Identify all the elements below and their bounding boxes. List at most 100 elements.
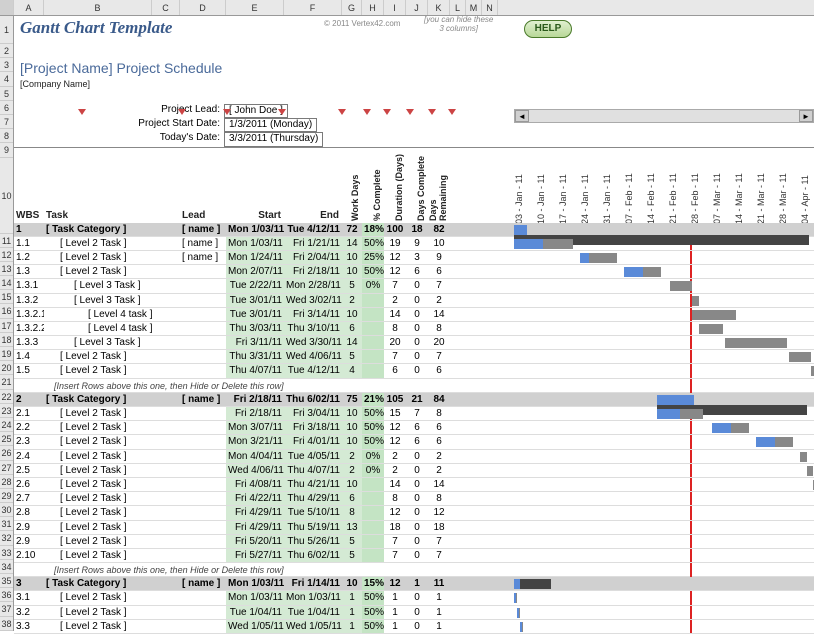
workdays-cell[interactable]: 6 <box>342 492 362 505</box>
start-cell[interactable]: Mon 1/24/11 <box>226 251 284 264</box>
pct-cell[interactable] <box>362 350 384 363</box>
workdays-cell[interactable]: 2 <box>342 464 362 477</box>
start-cell[interactable]: Fri 3/11/11 <box>226 336 284 349</box>
task-cell[interactable]: [ Level 2 Task ] <box>44 606 180 619</box>
days-remaining-cell[interactable]: 6 <box>428 421 450 434</box>
table-row[interactable]: 2.1[ Level 2 Task ]Fri 2/18/11Fri 3/04/1… <box>14 407 814 421</box>
workdays-cell[interactable]: 4 <box>342 364 362 377</box>
row-header[interactable]: 34 <box>0 560 13 574</box>
table-row[interactable]: 1.3.2.2[ Level 4 task ]Thu 3/03/11Thu 3/… <box>14 322 814 336</box>
duration-cell[interactable]: 20 <box>384 336 406 349</box>
task-cell[interactable]: [ Level 2 Task ] <box>44 237 180 250</box>
wbs-cell[interactable]: 2.6 <box>14 478 44 491</box>
project-title[interactable]: [Project Name] Project Schedule <box>14 58 814 78</box>
workdays-cell[interactable]: 10 <box>342 577 362 590</box>
days-complete-cell[interactable]: 0 <box>406 478 428 491</box>
days-remaining-cell[interactable]: 1 <box>428 606 450 619</box>
days-complete-cell[interactable]: 0 <box>406 521 428 534</box>
scroll-right-icon[interactable]: ► <box>799 110 813 122</box>
start-cell[interactable]: Fri 5/27/11 <box>226 549 284 562</box>
days-remaining-cell[interactable]: 11 <box>428 577 450 590</box>
pct-cell[interactable]: 50% <box>362 435 384 448</box>
days-remaining-cell[interactable]: 12 <box>428 506 450 519</box>
days-complete-cell[interactable]: 0 <box>406 591 428 604</box>
pct-cell[interactable]: 15% <box>362 577 384 590</box>
pct-cell[interactable]: 0% <box>362 450 384 463</box>
table-row[interactable]: 2.5[ Level 2 Task ]Wed 4/06/11Thu 4/07/1… <box>14 464 814 478</box>
start-cell[interactable]: Fri 2/18/11 <box>226 407 284 420</box>
help-button[interactable]: HELP <box>524 20 572 38</box>
wbs-cell[interactable]: 2.7 <box>14 492 44 505</box>
table-row[interactable]: 1.3[ Level 2 Task ]Mon 2/07/11Fri 2/18/1… <box>14 265 814 279</box>
task-cell[interactable]: [ Level 2 Task ] <box>44 591 180 604</box>
pct-cell[interactable] <box>362 478 384 491</box>
row-header[interactable]: 8 <box>0 129 13 143</box>
days-remaining-cell[interactable]: 14 <box>428 478 450 491</box>
lead-cell[interactable] <box>180 606 226 619</box>
pct-cell[interactable]: 18% <box>362 223 384 236</box>
start-cell[interactable]: Mon 4/04/11 <box>226 450 284 463</box>
insert-row-hint[interactable]: [Insert Rows above this one, then Hide o… <box>14 563 814 577</box>
days-remaining-cell[interactable]: 6 <box>428 364 450 377</box>
workdays-cell[interactable]: 1 <box>342 620 362 633</box>
duration-cell[interactable]: 15 <box>384 407 406 420</box>
start-cell[interactable]: Thu 3/31/11 <box>226 350 284 363</box>
end-cell[interactable]: Thu 3/10/11 <box>284 322 342 335</box>
end-cell[interactable]: Fri 3/18/11 <box>284 421 342 434</box>
duration-cell[interactable]: 12 <box>384 421 406 434</box>
row-header[interactable]: 20 <box>0 361 13 375</box>
pct-cell[interactable]: 0% <box>362 279 384 292</box>
task-cell[interactable]: [ Level 4 task ] <box>44 308 180 321</box>
days-remaining-cell[interactable]: 84 <box>428 393 450 406</box>
lead-cell[interactable]: [ name ] <box>180 577 226 590</box>
table-row[interactable]: 3.2[ Level 2 Task ]Tue 1/04/11Tue 1/04/1… <box>14 606 814 620</box>
lead-cell[interactable] <box>180 421 226 434</box>
workdays-cell[interactable]: 5 <box>342 350 362 363</box>
pct-cell[interactable] <box>362 506 384 519</box>
pct-cell[interactable]: 50% <box>362 606 384 619</box>
table-row[interactable]: 2.10[ Level 2 Task ]Fri 5/27/11Thu 6/02/… <box>14 549 814 563</box>
days-remaining-cell[interactable]: 6 <box>428 435 450 448</box>
lead-cell[interactable] <box>180 620 226 633</box>
end-cell[interactable]: Fri 4/01/11 <box>284 435 342 448</box>
lead-cell[interactable] <box>180 279 226 292</box>
lead-cell[interactable] <box>180 521 226 534</box>
start-cell[interactable]: Mon 3/21/11 <box>226 435 284 448</box>
days-complete-cell[interactable]: 0 <box>406 350 428 363</box>
table-row[interactable]: 1.4[ Level 2 Task ]Thu 3/31/11Wed 4/06/1… <box>14 350 814 364</box>
workdays-cell[interactable]: 10 <box>342 308 362 321</box>
row-header[interactable]: 9 <box>0 143 13 157</box>
pct-cell[interactable] <box>362 308 384 321</box>
task-cell[interactable]: [ Level 3 Task ] <box>44 294 180 307</box>
days-complete-cell[interactable]: 0 <box>406 279 428 292</box>
row-header[interactable]: 5 <box>0 87 13 101</box>
start-cell[interactable]: Fri 4/29/11 <box>226 506 284 519</box>
start-cell[interactable]: Wed 1/05/11 <box>226 620 284 633</box>
workdays-cell[interactable]: 1 <box>342 606 362 619</box>
wbs-cell[interactable]: 1.3.2 <box>14 294 44 307</box>
workdays-cell[interactable]: 5 <box>342 549 362 562</box>
days-complete-cell[interactable]: 6 <box>406 265 428 278</box>
lead-cell[interactable] <box>180 336 226 349</box>
table-row[interactable]: 1.3.2.1[ Level 4 task ]Tue 3/01/11Fri 3/… <box>14 308 814 322</box>
pct-cell[interactable] <box>362 336 384 349</box>
lead-cell[interactable] <box>180 450 226 463</box>
duration-cell[interactable]: 12 <box>384 265 406 278</box>
header-start[interactable]: Start <box>226 148 284 223</box>
wbs-cell[interactable]: 1.3.2.2 <box>14 322 44 335</box>
task-cell[interactable]: [ Level 2 Task ] <box>44 421 180 434</box>
table-row[interactable]: 2.3[ Level 2 Task ]Mon 3/21/11Fri 4/01/1… <box>14 435 814 449</box>
wbs-cell[interactable]: 1.2 <box>14 251 44 264</box>
row-header[interactable]: 27 <box>0 461 13 475</box>
duration-cell[interactable]: 8 <box>384 492 406 505</box>
pct-cell[interactable] <box>362 364 384 377</box>
days-remaining-cell[interactable]: 1 <box>428 620 450 633</box>
end-cell[interactable]: Wed 1/05/11 <box>284 620 342 633</box>
days-complete-cell[interactable]: 3 <box>406 251 428 264</box>
wbs-cell[interactable]: 1.3.1 <box>14 279 44 292</box>
row-header[interactable]: 3 <box>0 58 13 72</box>
days-complete-cell[interactable]: 6 <box>406 435 428 448</box>
row-header[interactable]: 32 <box>0 531 13 545</box>
wbs-cell[interactable]: 2.5 <box>14 464 44 477</box>
workdays-cell[interactable]: 5 <box>342 279 362 292</box>
